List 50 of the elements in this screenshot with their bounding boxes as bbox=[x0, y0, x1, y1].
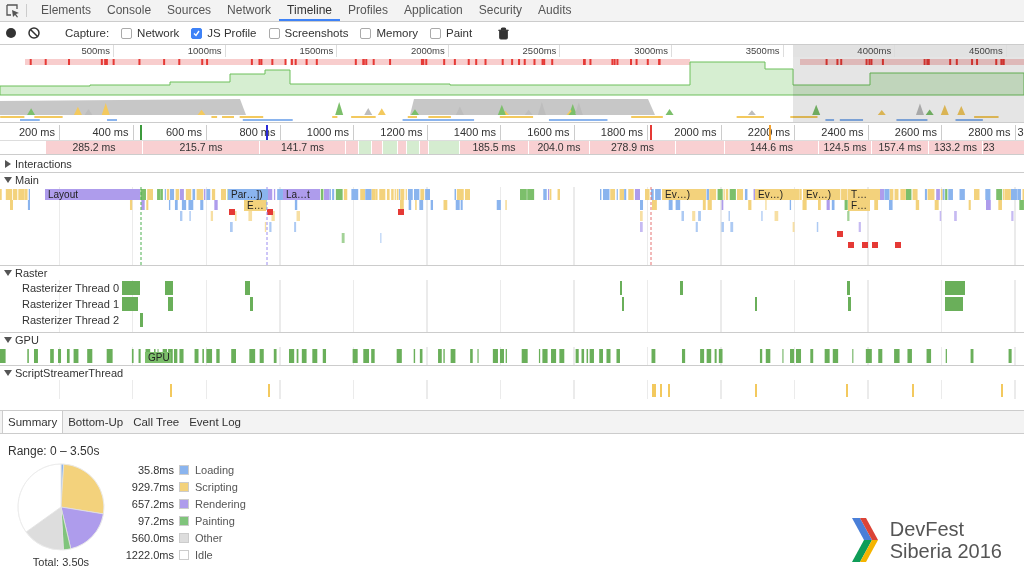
thread-label: Rasterizer Thread 0 bbox=[21, 282, 118, 294]
range-text: Range: 0 – 3.50s bbox=[8, 444, 101, 458]
legend-label: Idle bbox=[195, 549, 214, 561]
ruler-tick-label: 2400 ms bbox=[795, 125, 869, 140]
legend-value: 97.2ms bbox=[136, 515, 174, 527]
checkbox-label: Memory bbox=[376, 27, 418, 39]
ruler-tick-label: 1000 ms bbox=[280, 125, 354, 140]
legend-value: 560.0ms bbox=[130, 532, 174, 544]
ruler-tick-label: 400 ms bbox=[60, 125, 134, 140]
ruler-tick-label: 2800 ms bbox=[942, 125, 1016, 140]
capture-label: Capture: bbox=[65, 27, 110, 39]
legend-label: Rendering bbox=[195, 498, 246, 510]
track-title: ScriptStreamerThread bbox=[15, 367, 124, 379]
total-text: Total: 3.50s bbox=[32, 556, 90, 568]
checkbox-label: JS Profile bbox=[207, 27, 257, 39]
track-title: Main bbox=[15, 174, 39, 186]
overview-tick-label: 2000ms bbox=[337, 45, 449, 57]
legend-value: 929.7ms bbox=[130, 481, 174, 493]
legend-label: Scripting bbox=[195, 481, 239, 493]
ruler-tick-label: 1600 ms bbox=[501, 125, 575, 140]
thread-label: Rasterizer Thread 2 bbox=[21, 314, 118, 326]
overview-tick-label: 500ms bbox=[0, 45, 114, 57]
ruler-tick-label: 2600 ms bbox=[868, 125, 942, 140]
overview-tick-label: 1500ms bbox=[225, 45, 338, 57]
ruler-tick-label: 200 ms bbox=[0, 125, 60, 140]
legend-value: 1222.0ms bbox=[124, 549, 174, 561]
overview-tick-label: 1000ms bbox=[114, 45, 226, 57]
track-title: Interactions bbox=[15, 157, 72, 170]
overview-tick-label: 3000ms bbox=[560, 45, 672, 57]
track-title: GPU bbox=[15, 334, 39, 346]
legend-label: Loading bbox=[195, 464, 236, 476]
overview-tick-label: 2500ms bbox=[448, 45, 561, 57]
legend-value: 657.2ms bbox=[130, 498, 174, 510]
overview-tick-label: 4000ms bbox=[783, 45, 896, 57]
checkbox-label: Network bbox=[137, 27, 180, 39]
ruler-tick-label: 3 bbox=[1016, 125, 1024, 140]
track-title: Raster bbox=[15, 267, 48, 279]
ruler-tick-label: 1400 ms bbox=[427, 125, 501, 140]
logo-subtitle: Siberia 2016 bbox=[889, 540, 1002, 562]
ruler-tick-label: 1200 ms bbox=[354, 125, 428, 140]
overview-tick-label: 4500ms bbox=[895, 45, 1007, 57]
thread-label: Rasterizer Thread 1 bbox=[21, 298, 118, 310]
logo-title: DevFest bbox=[889, 518, 966, 540]
legend-value: 35.8ms bbox=[136, 464, 174, 476]
ruler-tick-label: 1800 ms bbox=[574, 125, 648, 140]
checkbox-label: Paint bbox=[446, 27, 473, 39]
checkbox-label: Screenshots bbox=[284, 27, 349, 39]
legend-label: Painting bbox=[195, 515, 236, 527]
legend-label: Other bbox=[195, 532, 224, 544]
overview-tick-label: 3500ms bbox=[671, 45, 784, 57]
